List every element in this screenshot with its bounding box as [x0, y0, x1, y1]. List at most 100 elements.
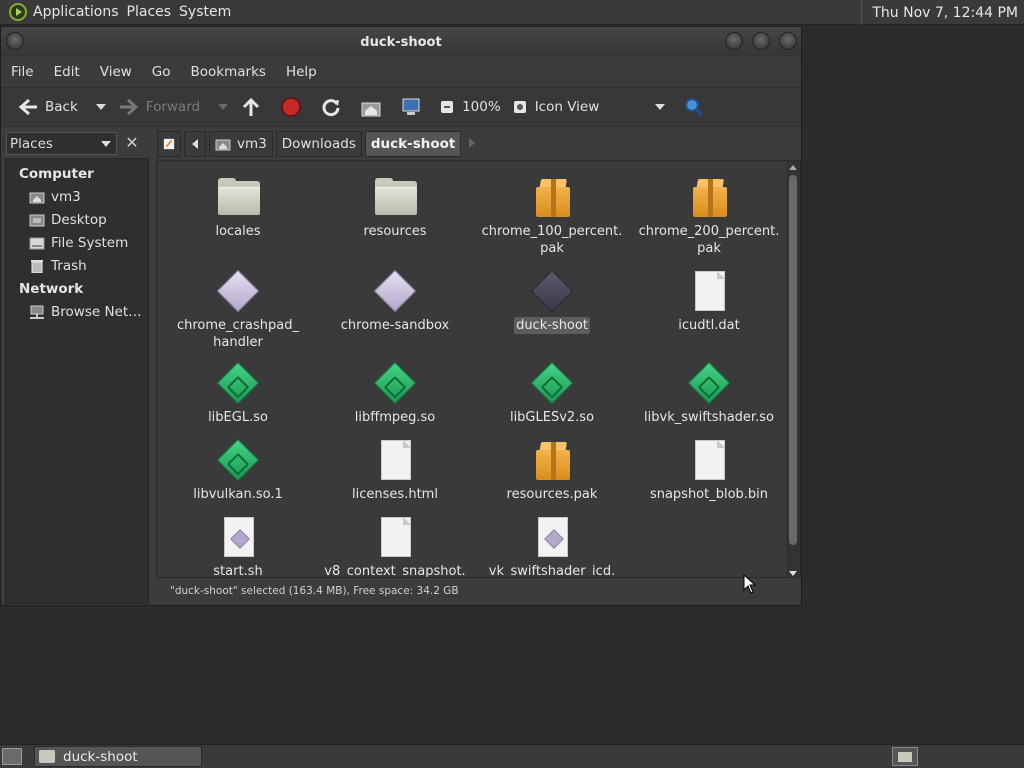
file-label: chrome_crashpad_ handler	[176, 318, 299, 350]
sidebar-item-desktop[interactable]: Desktop	[6, 208, 148, 231]
sidebar-item-label: Desktop	[51, 211, 107, 228]
sidebar-item-label: File System	[51, 234, 129, 251]
file-label: chrome_100_percent. pak	[481, 224, 623, 256]
menu-view[interactable]: View	[90, 64, 142, 80]
breadcrumb-label: duck-shoot	[370, 136, 456, 152]
menu-bookmarks[interactable]: Bookmarks	[181, 64, 276, 80]
up-arrow-icon	[243, 97, 260, 116]
file-item-chrome-100-percent-pak[interactable]: chrome_100_percent. pak	[477, 173, 627, 257]
file-item-duck-shoot[interactable]: duck-shoot	[477, 267, 627, 334]
file-item-libegl-so[interactable]: libEGL.so	[163, 359, 313, 426]
sidebar-item-label: vm3	[51, 188, 81, 205]
vertical-scrollbar[interactable]	[786, 161, 800, 577]
back-button[interactable]: Back	[11, 92, 84, 122]
file-item-licenses-html[interactable]: licenses.html	[320, 436, 470, 503]
forward-label: Forward	[145, 99, 201, 115]
toggle-location-entry-button[interactable]	[157, 131, 181, 157]
breadcrumb-duck-shoot[interactable]: duck-shoot	[364, 131, 462, 157]
file-label: libvulkan.so.1	[193, 487, 283, 502]
forward-arrow-icon	[119, 98, 139, 116]
maximize-button[interactable]	[752, 32, 770, 50]
zoom-out-button[interactable]: 100%	[434, 92, 507, 122]
home-icon	[361, 102, 381, 117]
applications-menu[interactable]: Applications	[33, 4, 127, 20]
file-item-chrome-sandbox[interactable]: chrome-sandbox	[320, 267, 470, 334]
search-button[interactable]	[677, 92, 717, 122]
minimize-button[interactable]	[725, 32, 743, 50]
sidebar-selector[interactable]: Places	[6, 132, 117, 155]
title-bar[interactable]: duck-shoot	[1, 27, 801, 57]
scroll-up-arrow-icon[interactable]	[789, 165, 797, 170]
forward-history-dropdown[interactable]	[206, 92, 234, 122]
file-item-chrome-crashpad-handler[interactable]: chrome_crashpad_ handler	[163, 267, 313, 351]
workspace-switcher[interactable]	[892, 747, 918, 766]
computer-button[interactable]	[394, 92, 434, 122]
zoom-in-button[interactable]: Icon View	[507, 92, 606, 122]
breadcrumb-vm3[interactable]: vm3	[209, 131, 273, 157]
file-item-snapshot-blob-bin[interactable]: snapshot_blob.bin	[634, 436, 784, 503]
chevron-right-icon	[469, 137, 476, 148]
file-item-libffmpeg-so[interactable]: libffmpeg.so	[320, 359, 470, 426]
system-menu[interactable]: System	[179, 4, 239, 20]
file-item-start-sh[interactable]: start.sh	[163, 513, 313, 577]
breadcrumb-scroll-left[interactable]	[184, 131, 206, 157]
menu-help[interactable]: Help	[276, 64, 327, 80]
breadcrumb-downloads[interactable]: Downloads	[275, 131, 362, 157]
file-item-resources-pak[interactable]: resources.pak	[477, 436, 627, 503]
bottom-panel: duck-shoot	[0, 744, 1024, 768]
forward-button[interactable]: Forward	[112, 92, 206, 122]
clock[interactable]: Thu Nov 7, 12:44 PM	[861, 0, 1024, 25]
sidebar-item-label: Trash	[51, 257, 87, 274]
menu-file[interactable]: File	[1, 64, 44, 80]
file-icon-view[interactable]: locales resources chrome_100_percent. pa…	[156, 160, 801, 578]
up-button[interactable]	[234, 92, 274, 122]
scrollbar-thumb[interactable]	[789, 175, 797, 545]
menu-edit[interactable]: Edit	[44, 64, 90, 80]
mouse-cursor-icon	[743, 574, 757, 594]
places-menu[interactable]: Places	[127, 4, 180, 20]
file-item-chrome-200-percent-pak[interactable]: chrome_200_percent. pak	[634, 173, 784, 257]
file-label: libffmpeg.so	[354, 410, 436, 425]
sidebar-heading-network: Network	[19, 280, 84, 297]
file-label: duck-shoot	[514, 317, 590, 334]
executable-icon	[371, 267, 419, 315]
menu-go[interactable]: Go	[142, 64, 181, 80]
package-icon	[528, 436, 576, 484]
file-label: chrome-sandbox	[340, 318, 450, 333]
window-menu-icon[interactable]	[6, 32, 24, 50]
home-folder-icon	[29, 192, 45, 203]
close-button[interactable]	[779, 32, 797, 50]
zoom-level[interactable]: 100%	[462, 99, 501, 115]
file-item-v8-context-snapshot[interactable]: v8_context_snapshot.	[320, 513, 470, 577]
breadcrumb-scroll-right[interactable]	[468, 137, 476, 152]
sidebar-item-trash[interactable]: Trash	[6, 254, 148, 277]
file-item-libvulkan-so-1[interactable]: libvulkan.so.1	[163, 436, 313, 503]
library-icon	[214, 359, 262, 407]
reload-button[interactable]	[314, 92, 354, 122]
view-mode-dropdown[interactable]	[643, 92, 671, 122]
search-icon	[685, 98, 704, 117]
back-history-dropdown[interactable]	[84, 92, 112, 122]
file-item-libglesv2-so[interactable]: libGLESv2.so	[477, 359, 627, 426]
sidebar-item-file-system[interactable]: File System	[6, 231, 148, 254]
close-sidebar-button[interactable]: ✕	[122, 134, 142, 154]
file-item-libvk-swiftshader-so[interactable]: libvk_swiftshader.so	[634, 359, 784, 426]
home-button[interactable]	[354, 92, 394, 122]
file-item-vk-swiftshader-icd[interactable]: vk_swiftshader_icd.	[477, 513, 627, 577]
document-icon	[371, 513, 419, 561]
taskbar-item-duck-shoot[interactable]: duck-shoot	[34, 746, 202, 767]
file-item-icudtl-dat[interactable]: icudtl.dat	[634, 267, 784, 334]
breadcrumb: vm3 Downloads duck-shoot	[157, 130, 476, 158]
status-bar: "duck-shoot" selected (163.4 MB), Free s…	[170, 585, 459, 597]
sidebar-item-vm3[interactable]: vm3	[6, 185, 148, 208]
chevron-down-icon	[95, 104, 106, 110]
location-row: Places ✕ vm3 Downloads duck-shoot	[1, 128, 801, 160]
file-item-locales[interactable]: locales	[163, 173, 313, 240]
file-item-resources[interactable]: resources	[320, 173, 470, 240]
scroll-down-arrow-icon[interactable]	[789, 571, 797, 576]
stop-button[interactable]	[274, 92, 314, 122]
show-desktop-button[interactable]	[2, 748, 22, 765]
distro-logo-icon[interactable]	[9, 3, 27, 21]
library-icon	[528, 359, 576, 407]
sidebar-item-browse-network[interactable]: Browse Net…	[6, 300, 148, 323]
